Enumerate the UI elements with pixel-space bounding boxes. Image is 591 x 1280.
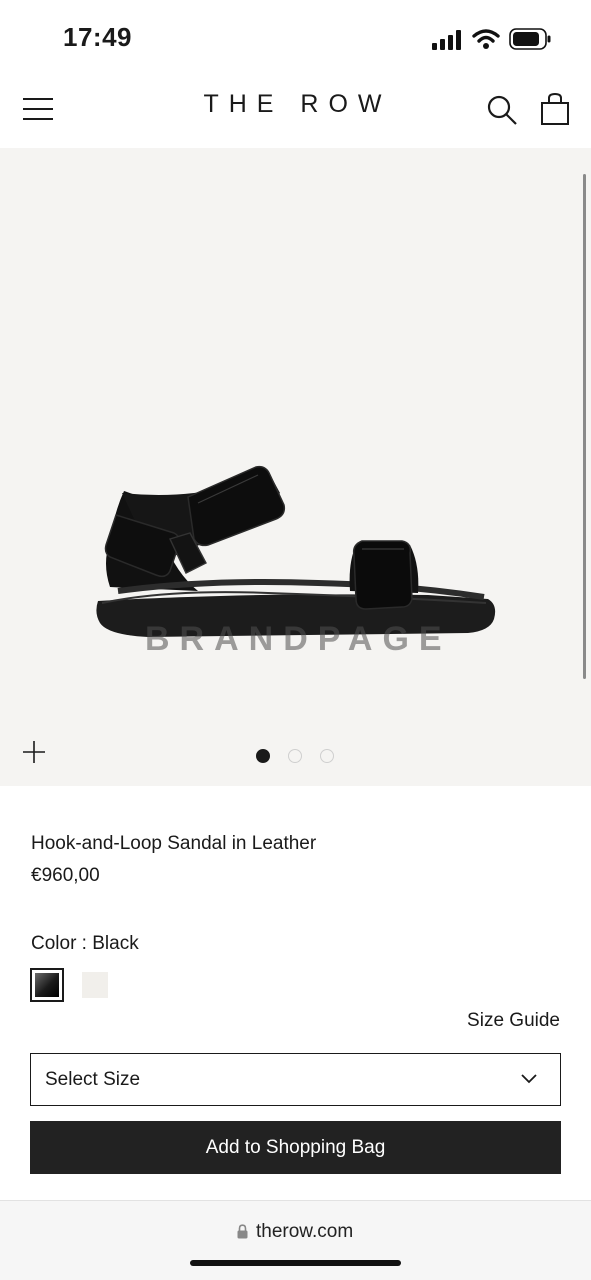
gallery-dot-1[interactable] [256, 749, 270, 763]
product-gallery[interactable]: BRANDPAGE [0, 148, 591, 786]
gallery-scrollbar[interactable] [583, 174, 586, 679]
color-swatch-black[interactable] [30, 968, 64, 1002]
gallery-pagination [256, 749, 334, 763]
url-text[interactable]: therow.com [256, 1221, 353, 1243]
gallery-dot-2[interactable] [288, 749, 302, 763]
gallery-dot-3[interactable] [320, 749, 334, 763]
chevron-down-icon [521, 1074, 537, 1084]
status-bar: 17:49 [0, 0, 591, 70]
wifi-icon [472, 29, 500, 49]
color-swatch-white[interactable] [82, 972, 108, 998]
size-select-label: Select Size [45, 1069, 141, 1090]
lock-icon [237, 1224, 248, 1239]
watermark-text: BRANDPAGE [145, 620, 452, 658]
size-select-dropdown[interactable]: Select Size [30, 1053, 561, 1106]
browser-address-bar[interactable]: therow.com [0, 1200, 591, 1280]
site-header: THE ROW [0, 70, 591, 148]
product-price: €960,00 [31, 865, 100, 886]
home-indicator[interactable] [190, 1260, 401, 1266]
product-title: Hook-and-Loop Sandal in Leather [31, 833, 317, 854]
add-to-bag-button[interactable]: Add to Shopping Bag [30, 1121, 561, 1174]
plus-zoom-icon[interactable] [22, 740, 46, 764]
shopping-bag-icon[interactable] [540, 92, 570, 126]
battery-icon [509, 28, 551, 50]
size-guide-link[interactable]: Size Guide [467, 1010, 560, 1032]
search-icon[interactable] [486, 94, 518, 126]
status-time: 17:49 [63, 22, 132, 52]
cellular-signal-icon [432, 30, 461, 50]
color-label: Color : Black [31, 933, 139, 954]
